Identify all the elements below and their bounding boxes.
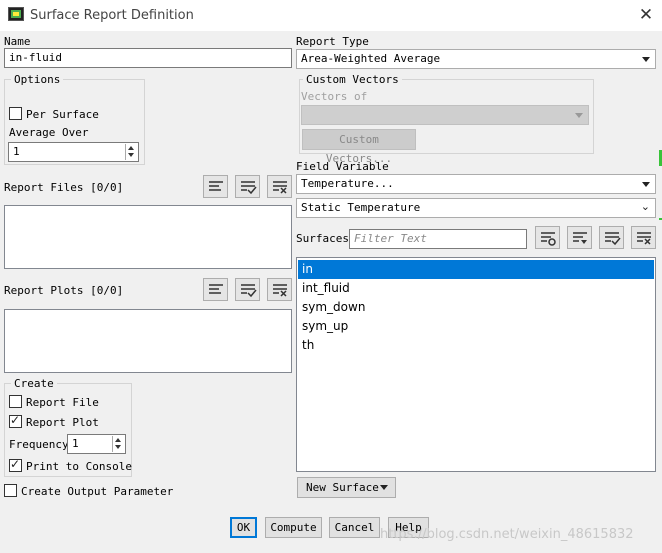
report-type-label: Report Type <box>296 35 369 48</box>
custom-vectors-title: Custom Vectors <box>303 73 402 86</box>
report-files-list[interactable] <box>4 205 292 269</box>
field-category-dropdown[interactable]: Temperature... <box>296 174 656 194</box>
frequency-spinner[interactable]: 1 <box>67 434 126 454</box>
report-plots-list[interactable] <box>4 309 292 373</box>
dropdown-arrow-icon <box>642 182 650 187</box>
report-plots-list-icon[interactable] <box>203 278 228 301</box>
name-input[interactable]: in-fluid <box>4 48 292 68</box>
report-file-checkbox[interactable] <box>9 395 22 408</box>
watermark: https://blog.csdn.net/weixin_48615832 <box>380 527 634 542</box>
surfaces-deselect-icon[interactable] <box>631 226 656 249</box>
report-plot-label: Report Plot <box>26 416 99 429</box>
report-files-deselect-icon[interactable] <box>267 175 292 198</box>
ok-button[interactable]: OK <box>230 517 257 538</box>
surface-item-int-fluid[interactable]: int_fluid <box>298 279 654 298</box>
chevron-down-icon: ⌄ <box>640 200 650 213</box>
print-to-console-label: Print to Console <box>26 460 132 473</box>
average-over-value: 1 <box>13 145 20 158</box>
compute-button[interactable]: Compute <box>265 517 322 538</box>
report-plot-checkbox[interactable] <box>9 413 22 428</box>
cancel-button[interactable]: Cancel <box>329 517 380 538</box>
custom-vectors-button[interactable]: Custom Vectors... <box>302 129 416 165</box>
frequency-label: Frequency <box>9 438 69 451</box>
report-files-label: Report Files [0/0] <box>4 181 124 194</box>
report-type-value: Area-Weighted Average <box>301 52 441 65</box>
surface-item-sym-up[interactable]: sym_up <box>298 317 654 336</box>
print-to-console-checkbox[interactable] <box>9 457 22 472</box>
per-surface-label: Per Surface <box>26 108 99 121</box>
surface-item-th[interactable]: th <box>298 336 654 355</box>
surface-item-in[interactable]: in <box>298 260 654 279</box>
report-files-select-all-icon[interactable] <box>235 175 260 198</box>
window-title: Surface Report Definition <box>30 8 194 23</box>
surfaces-select-all-icon[interactable] <box>599 226 624 249</box>
new-surface-label: New Surface <box>306 481 379 494</box>
app-icon <box>8 7 24 21</box>
surfaces-filter-input[interactable]: Filter Text <box>349 229 527 249</box>
report-plots-label: Report Plots [0/0] <box>4 284 124 297</box>
surfaces-filter-settings-icon[interactable] <box>535 226 560 249</box>
average-over-label: Average Over <box>9 126 89 139</box>
surface-item-sym-down[interactable]: sym_down <box>298 298 654 317</box>
report-plots-deselect-icon[interactable] <box>267 278 292 301</box>
surfaces-list[interactable]: in int_fluid sym_down sym_up th <box>296 257 656 472</box>
dropdown-arrow-icon <box>642 57 650 62</box>
new-surface-button[interactable]: New Surface <box>297 477 396 498</box>
field-category-value: Temperature... <box>301 177 394 190</box>
options-title: Options <box>11 73 64 86</box>
report-file-label: Report File <box>26 396 99 409</box>
dropdown-arrow-icon <box>575 113 583 118</box>
report-files-list-icon[interactable] <box>203 175 228 198</box>
report-type-dropdown[interactable]: Area-Weighted Average <box>296 49 656 69</box>
create-output-parameter-label: Create Output Parameter <box>21 485 174 498</box>
create-title: Create <box>11 377 57 390</box>
surfaces-group-dropdown-icon[interactable] <box>567 226 592 249</box>
field-variable-label: Field Variable <box>296 160 389 173</box>
field-variable-dropdown[interactable]: Static Temperature ⌄ <box>296 198 656 218</box>
dropdown-arrow-icon <box>380 485 388 490</box>
vectors-of-label: Vectors of <box>301 90 368 103</box>
report-plots-select-all-icon[interactable] <box>235 278 260 301</box>
per-surface-checkbox[interactable] <box>9 107 22 120</box>
average-over-spinner[interactable]: 1 <box>8 142 139 162</box>
frequency-value: 1 <box>72 437 79 450</box>
field-variable-value: Static Temperature <box>301 201 421 214</box>
vectors-of-dropdown[interactable] <box>301 105 589 125</box>
create-output-parameter-checkbox[interactable] <box>4 484 17 497</box>
spinner-buttons[interactable] <box>125 144 137 160</box>
surfaces-label: Surfaces <box>296 232 349 245</box>
spinner-buttons[interactable] <box>112 436 124 452</box>
close-icon[interactable]: ✕ <box>636 4 656 26</box>
name-label: Name <box>4 35 31 48</box>
